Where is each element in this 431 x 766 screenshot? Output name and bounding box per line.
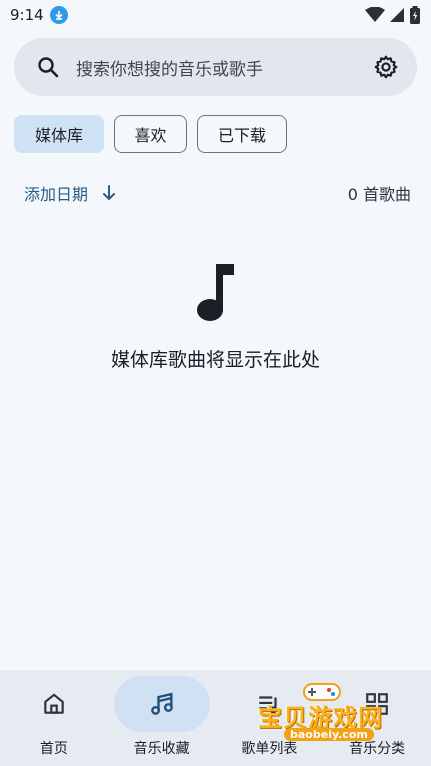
nav-categories-label: 音乐分类 (349, 741, 406, 757)
nav-playlists-label: 歌单列表 (241, 741, 298, 757)
download-notification-icon (49, 6, 68, 24)
chip-downloaded[interactable]: 已下载 (197, 115, 287, 153)
chip-favorites[interactable]: 喜欢 (114, 115, 187, 153)
music-note-icon (197, 264, 234, 321)
nav-categories[interactable]: 音乐分类 (323, 670, 431, 766)
nav-music-collection[interactable]: 音乐收藏 (108, 670, 216, 766)
empty-state-message: 媒体库歌曲将显示在此处 (110, 349, 320, 371)
status-bar: 9:14 (0, 0, 431, 30)
search-icon (38, 57, 59, 78)
arrow-down-icon[interactable] (102, 185, 116, 201)
song-count: 0 首歌曲 (347, 185, 411, 204)
search-bar[interactable]: 搜索你想搜的音乐或歌手 (14, 38, 417, 96)
chip-media-library[interactable]: 媒体库 (14, 115, 104, 153)
status-time: 9:14 (10, 6, 44, 24)
category-icon (366, 693, 388, 715)
search-input[interactable]: 搜索你想搜的音乐或歌手 (76, 55, 373, 80)
nav-playlists[interactable]: 歌单列表 (216, 670, 324, 766)
nav-music-collection-label: 音乐收藏 (133, 741, 190, 757)
nav-home-label: 首页 (39, 741, 68, 757)
sort-row: 添加日期 0 首歌曲 (24, 178, 411, 208)
gear-icon[interactable] (373, 54, 399, 80)
nav-home[interactable]: 首页 (0, 670, 108, 766)
wifi-icon (365, 7, 385, 22)
battery-icon (410, 6, 420, 24)
playlist-icon (259, 696, 278, 714)
bottom-nav: 首页 音乐收藏 歌单列表 音乐分类 (0, 670, 431, 766)
home-icon (44, 693, 64, 714)
filter-chips: 媒体库 喜欢 已下载 (14, 115, 287, 153)
sort-by-date-button[interactable]: 添加日期 (24, 181, 88, 205)
music-collection-icon (150, 692, 173, 715)
signal-icon (390, 8, 404, 22)
